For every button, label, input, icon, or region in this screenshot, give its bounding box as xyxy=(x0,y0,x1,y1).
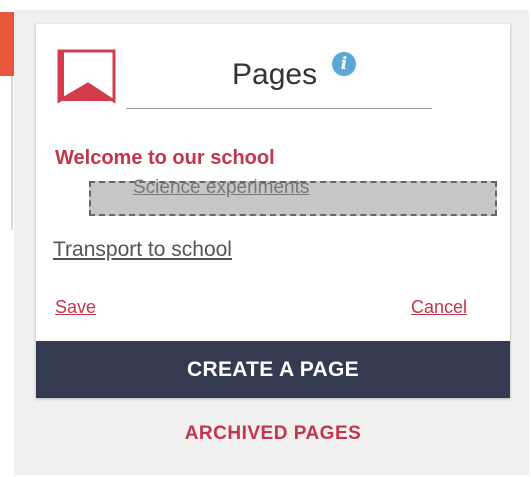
page-item-active[interactable]: Welcome to our school xyxy=(55,147,275,170)
dragging-page-label: Science experiments xyxy=(133,177,310,198)
left-divider xyxy=(11,60,13,230)
page-item-transport[interactable]: Transport to school xyxy=(53,238,232,262)
drag-placeholder[interactable]: Science experiments xyxy=(89,177,497,216)
cancel-link[interactable]: Cancel xyxy=(411,297,467,318)
create-page-button[interactable]: CREATE A PAGE xyxy=(36,341,510,398)
archived-pages-link[interactable]: ARCHIVED PAGES xyxy=(0,423,531,445)
save-link[interactable]: Save xyxy=(55,297,96,318)
title-row: Pages i xyxy=(126,50,432,109)
page-logo-icon xyxy=(57,49,116,104)
info-icon[interactable]: i xyxy=(332,52,356,76)
page-title: Pages xyxy=(232,58,318,91)
